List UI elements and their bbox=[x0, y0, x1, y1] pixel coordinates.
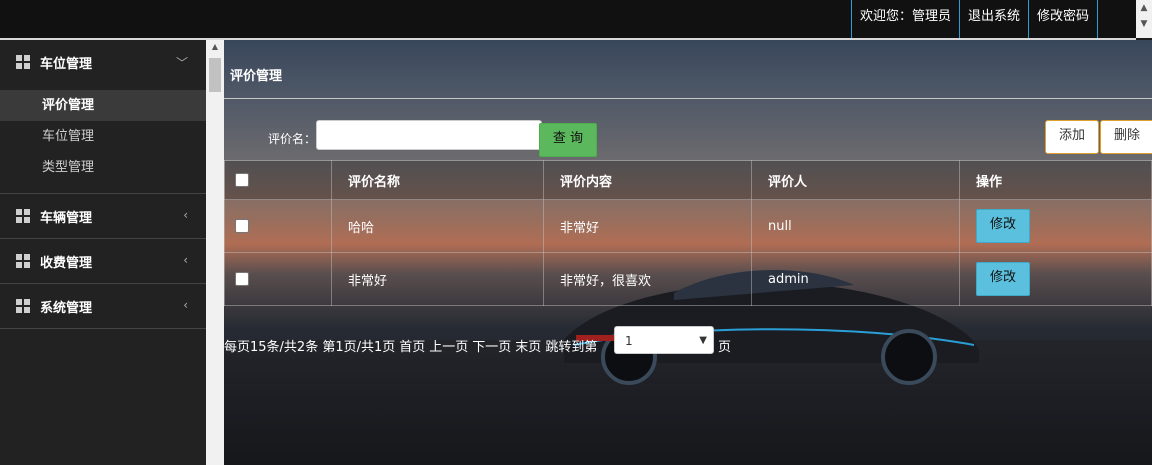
menu-head-fees[interactable]: 收费管理 ‹ bbox=[0, 239, 206, 283]
change-password-link[interactable]: 修改密码 bbox=[1027, 0, 1098, 38]
sidebar-item-reviews[interactable]: 评价管理 bbox=[0, 90, 206, 121]
page-title-bar: 评价管理 bbox=[224, 40, 1152, 99]
row-select-cell bbox=[224, 252, 332, 306]
row-select-cell bbox=[224, 199, 332, 253]
pager-last-link[interactable]: 末页 bbox=[515, 340, 541, 355]
page-scrollbar[interactable]: ▲ ▼ bbox=[1136, 0, 1152, 38]
sidebar-scrollbar[interactable]: ▲ bbox=[206, 40, 224, 465]
pager-next-link[interactable]: 下一页 bbox=[472, 340, 511, 355]
menu-group-parking: 车位管理 ﹀ 评价管理 车位管理 类型管理 bbox=[0, 40, 206, 194]
menu-head-system[interactable]: 系统管理 ‹ bbox=[0, 284, 206, 328]
chevron-down-icon: ▼ bbox=[699, 335, 707, 346]
menu-group-system: 系统管理 ‹ bbox=[0, 284, 206, 329]
page-number-value: 1 bbox=[625, 334, 633, 348]
chevron-left-icon: ‹ bbox=[183, 253, 188, 267]
scroll-up-icon[interactable]: ▲ bbox=[1136, 0, 1152, 16]
delete-button[interactable]: 删除 bbox=[1100, 120, 1152, 154]
scroll-up-icon[interactable]: ▲ bbox=[206, 42, 224, 51]
sidebar: 车位管理 ﹀ 评价管理 车位管理 类型管理 车辆管理 ‹ 收费管理 ‹ 系统管理… bbox=[0, 40, 206, 465]
column-header: 评价名称 bbox=[331, 160, 544, 200]
select-all-cell bbox=[224, 160, 332, 200]
search-label: 评价名： bbox=[268, 132, 317, 146]
pager-first-link[interactable]: 首页 bbox=[399, 340, 425, 355]
page-title: 评价管理 bbox=[230, 69, 283, 84]
logout-link[interactable]: 退出系统 bbox=[958, 0, 1028, 38]
grid-icon bbox=[16, 55, 30, 69]
reviewer-cell: null bbox=[751, 199, 960, 253]
top-bar: 欢迎您：管理员 退出系统 修改密码 bbox=[0, 0, 1136, 40]
grid-icon bbox=[16, 209, 30, 223]
grid-icon bbox=[16, 254, 30, 268]
pager-jump-label: 跳转到第 bbox=[545, 340, 598, 355]
table-header-row: 评价名称 评价内容 评价人 操作 bbox=[224, 160, 1152, 200]
sidebar-item-types[interactable]: 类型管理 bbox=[0, 152, 206, 183]
pager-suffix: 页 bbox=[718, 340, 732, 355]
sidebar-item-parking-spaces[interactable]: 车位管理 bbox=[0, 121, 206, 152]
main-content: 评价管理 评价名： 查 询 添加 删除 评价名称 评价内容 评价人 操作 哈哈 … bbox=[224, 40, 1152, 465]
menu-label: 系统管理 bbox=[40, 300, 93, 316]
pager-summary: 每页15条/共2条 第1页/共1页 bbox=[224, 340, 396, 355]
scrollbar-thumb[interactable] bbox=[209, 58, 221, 92]
reviews-table: 评价名称 评价内容 评价人 操作 哈哈 非常好 null 修改 非常好 非常好，… bbox=[224, 160, 1152, 306]
menu-group-vehicles: 车辆管理 ‹ bbox=[0, 194, 206, 239]
chevron-left-icon: ‹ bbox=[183, 298, 188, 312]
menu-head-vehicles[interactable]: 车辆管理 ‹ bbox=[0, 194, 206, 238]
action-cell: 修改 bbox=[959, 252, 1152, 306]
review-name-cell: 非常好 bbox=[331, 252, 544, 306]
welcome-text: 欢迎您：管理员 bbox=[850, 0, 959, 38]
menu-label: 车位管理 bbox=[40, 56, 93, 72]
grid-icon bbox=[16, 299, 30, 313]
chevron-left-icon: ‹ bbox=[183, 208, 188, 222]
column-header: 操作 bbox=[959, 160, 1152, 200]
pager-prev-link[interactable]: 上一页 bbox=[429, 340, 468, 355]
review-content-cell: 非常好 bbox=[543, 199, 752, 253]
scroll-down-icon[interactable]: ▼ bbox=[1136, 16, 1152, 32]
reviewer-cell: admin bbox=[751, 252, 960, 306]
row-checkbox[interactable] bbox=[235, 219, 249, 233]
column-header: 评价内容 bbox=[543, 160, 752, 200]
menu-label: 收费管理 bbox=[40, 255, 93, 271]
action-cell: 修改 bbox=[959, 199, 1152, 253]
pagination: 每页15条/共2条 第1页/共1页 首页 上一页 下一页 末页 跳转到第 bbox=[224, 336, 601, 355]
edit-button[interactable]: 修改 bbox=[976, 262, 1030, 296]
menu-group-fees: 收费管理 ‹ bbox=[0, 239, 206, 284]
review-name-input[interactable] bbox=[316, 120, 542, 150]
table-row: 非常好 非常好，很喜欢 admin 修改 bbox=[224, 252, 1152, 306]
review-name-cell: 哈哈 bbox=[331, 199, 544, 253]
row-checkbox[interactable] bbox=[235, 272, 249, 286]
edit-button[interactable]: 修改 bbox=[976, 209, 1030, 243]
query-button[interactable]: 查 询 bbox=[539, 123, 597, 157]
menu-head-parking[interactable]: 车位管理 ﹀ bbox=[0, 40, 206, 84]
page-number-select[interactable]: 1 ▼ bbox=[614, 326, 714, 354]
table-row: 哈哈 非常好 null 修改 bbox=[224, 199, 1152, 253]
column-header: 评价人 bbox=[751, 160, 960, 200]
select-all-checkbox[interactable] bbox=[235, 173, 249, 187]
review-content-cell: 非常好，很喜欢 bbox=[543, 252, 752, 306]
menu-label: 车辆管理 bbox=[40, 210, 93, 226]
submenu-parking: 评价管理 车位管理 类型管理 bbox=[0, 84, 206, 193]
top-nav: 欢迎您：管理员 退出系统 修改密码 bbox=[850, 0, 1098, 38]
chevron-down-icon: ﹀ bbox=[175, 56, 188, 70]
add-button[interactable]: 添加 bbox=[1045, 120, 1099, 154]
